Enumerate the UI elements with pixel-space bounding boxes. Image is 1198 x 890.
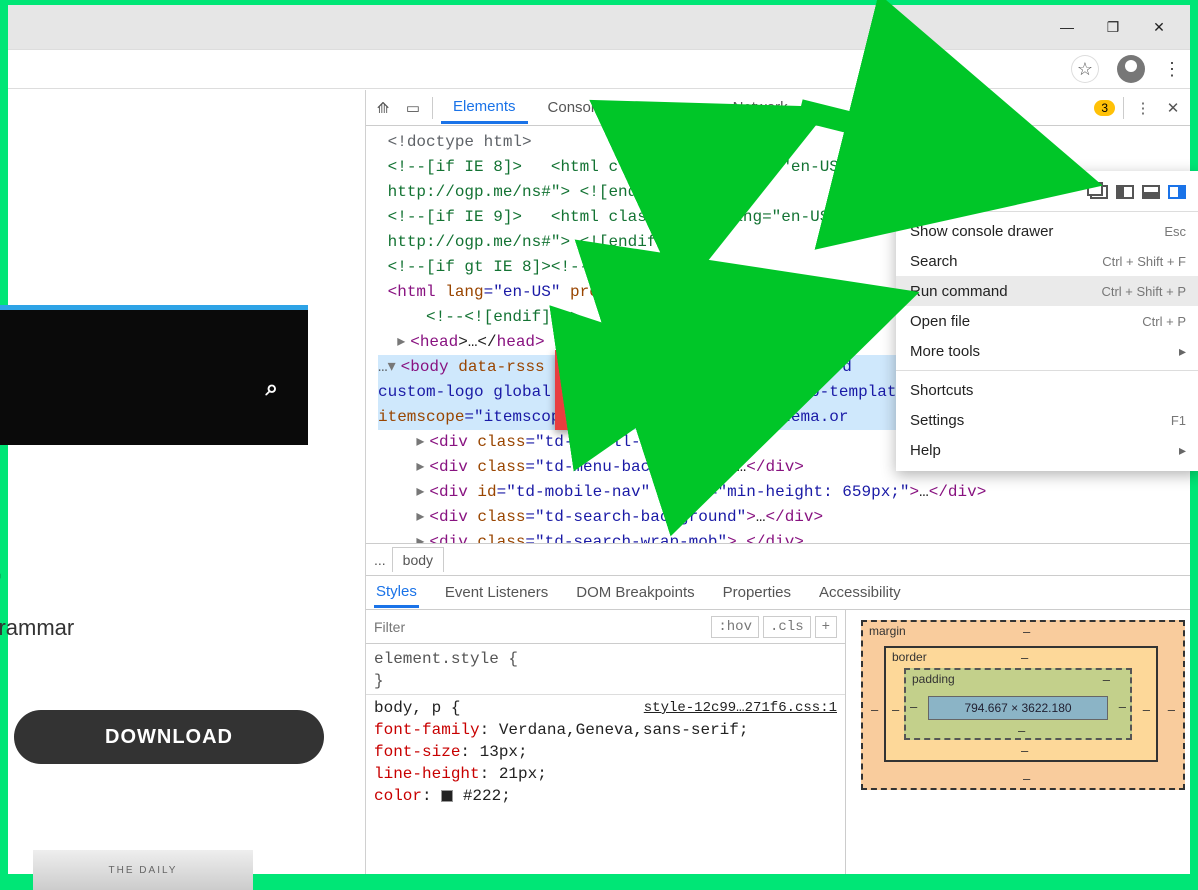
page-heading-fragment: er	[0, 560, 1, 605]
device-toolbar-icon[interactable]: ▭	[402, 99, 424, 117]
tab-console[interactable]: Console	[536, 93, 615, 122]
devtools-close-icon[interactable]: ✕	[1162, 99, 1184, 117]
styles-tabstrip: Styles Event Listeners DOM Breakpoints P…	[366, 576, 1190, 610]
window-maximize-button[interactable]: ❐	[1090, 5, 1136, 49]
cls-toggle-button[interactable]: .cls	[763, 616, 811, 638]
ctx-dock-side: Dock side	[896, 177, 1198, 207]
color-swatch[interactable]	[441, 790, 453, 802]
subtab-event-listeners[interactable]: Event Listeners	[443, 579, 550, 606]
styles-pane: :hov .cls + element.style { } body, p { …	[366, 610, 846, 874]
dock-bottom-icon[interactable]	[1142, 185, 1160, 199]
bookmark-star-icon[interactable]: ☆	[1071, 55, 1099, 83]
annotation-badge-2: 2	[555, 350, 615, 430]
ctx-more-tools[interactable]: More tools▸	[896, 336, 1198, 366]
breadcrumb-body[interactable]: body	[392, 547, 444, 572]
ctx-shortcuts[interactable]: Shortcuts	[896, 375, 1198, 405]
devtools-tabstrip: ⟰ ▭ Elements Console Network » 3 ⋮ ✕	[366, 90, 1190, 126]
breadcrumb-ellipsis[interactable]: ...	[374, 552, 386, 568]
ctx-settings[interactable]: SettingsF1	[896, 405, 1198, 435]
error-count-badge[interactable]: 3	[1094, 100, 1115, 116]
window-close-button[interactable]: ✕	[1136, 5, 1182, 49]
dock-left-icon[interactable]	[1116, 185, 1134, 199]
page-hero: EW ▾ ⌕	[0, 305, 308, 445]
css-source-link[interactable]: style-12c99…271f6.css:1	[644, 697, 837, 719]
profile-avatar-icon[interactable]	[1117, 55, 1145, 83]
page-image-thumb: THE DAILY	[33, 850, 253, 890]
window-minimize-button[interactable]: —	[1044, 5, 1090, 49]
download-button[interactable]: DOWNLOAD	[14, 710, 324, 764]
subtab-dom-breakpoints[interactable]: DOM Breakpoints	[574, 579, 696, 606]
tab-overflow-icon[interactable]: »	[808, 93, 840, 122]
subtab-accessibility[interactable]: Accessibility	[817, 579, 903, 606]
css-rules[interactable]: element.style { } body, p { style-12c99……	[366, 644, 845, 811]
divider	[432, 97, 433, 119]
ctx-search[interactable]: SearchCtrl + Shift + F	[896, 246, 1198, 276]
styles-filter-input[interactable]	[374, 619, 707, 635]
ctx-help[interactable]: Help▸	[896, 435, 1198, 465]
window-titlebar: — ❐ ✕	[8, 5, 1190, 49]
ctx-run-command[interactable]: Run commandCtrl + Shift + P	[896, 276, 1198, 306]
divider	[1123, 97, 1124, 119]
devtools-menu-icon[interactable]: ⋮	[1132, 99, 1154, 117]
dock-right-icon[interactable]	[1168, 185, 1186, 199]
annotation-badge-1: 1	[680, 115, 740, 195]
search-icon[interactable]: ⌕	[266, 375, 278, 401]
ctx-show-drawer[interactable]: Show console drawerEsc	[896, 216, 1198, 246]
box-model[interactable]: margin – – – – border – – – – paddin	[846, 610, 1190, 874]
page-preview: EW ▾ ⌕ er s, grammar DOWNLOAD THE DAILY	[8, 90, 366, 874]
elements-breadcrumb: ... body	[366, 544, 1190, 576]
dock-undock-icon[interactable]	[1090, 185, 1108, 199]
devtools-context-menu: Dock side Show console drawerEsc SearchC…	[896, 171, 1198, 471]
divider	[896, 211, 1198, 212]
new-rule-button[interactable]: +	[815, 616, 837, 638]
divider	[896, 370, 1198, 371]
ctx-open-file[interactable]: Open fileCtrl + P	[896, 306, 1198, 336]
box-model-dimensions: 794.667 × 3622.180	[928, 696, 1108, 720]
browser-toolbar: ☆ ⋮	[8, 49, 1190, 89]
inspect-element-icon[interactable]: ⟰	[372, 99, 394, 117]
subtab-styles[interactable]: Styles	[374, 578, 419, 608]
browser-menu-icon[interactable]: ⋮	[1163, 59, 1180, 80]
hov-toggle-button[interactable]: :hov	[711, 616, 759, 638]
devtools-panel: ⟰ ▭ Elements Console Network » 3 ⋮ ✕ <!d…	[366, 90, 1190, 874]
tab-elements[interactable]: Elements	[441, 92, 528, 124]
subtab-properties[interactable]: Properties	[721, 579, 793, 606]
page-text-fragment: s, grammar	[0, 615, 74, 641]
